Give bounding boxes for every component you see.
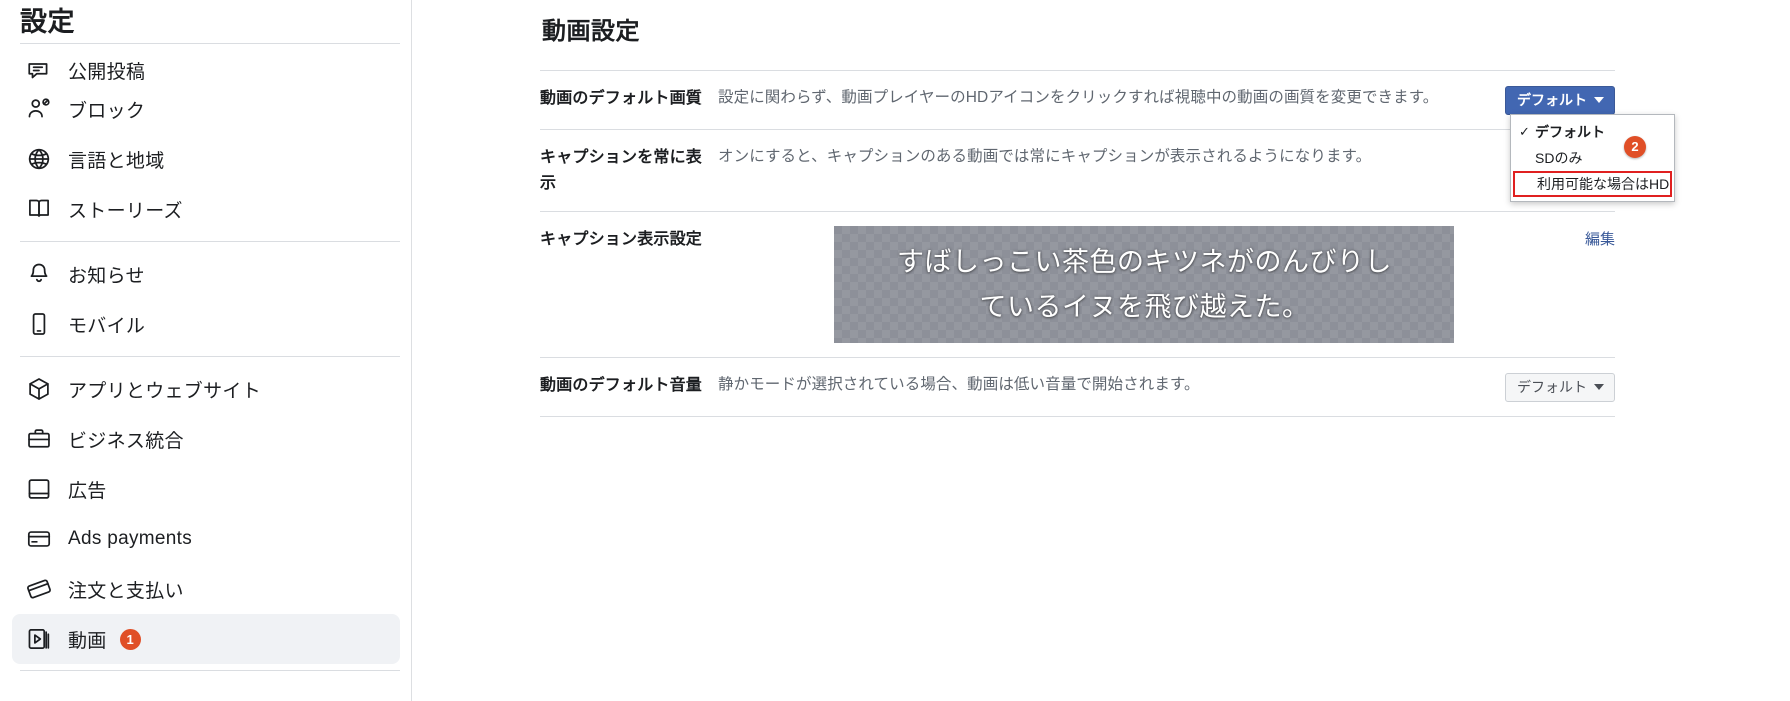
default-quality-button[interactable]: デフォルト xyxy=(1505,86,1615,115)
chevron-down-icon xyxy=(1594,97,1604,103)
sidebar-scroll-area[interactable]: 設定 公開投稿ブロック言語と地域ストーリーズ お知らせモバイルアプリとウェブサイト… xyxy=(0,0,411,671)
caption-preview-box: すばしっこい茶色のキツネがのんびりし ているイヌを飛び越えた。 xyxy=(834,226,1455,343)
row-always-show-captions: キャプションを常に表示 オンにすると、キャプションのある動画では常にキャプション… xyxy=(540,129,1615,211)
sidebar-item-label: 動画 xyxy=(68,630,107,652)
credit-card-icon xyxy=(24,524,54,554)
row-label-caption-display-settings: キャプション表示設定 xyxy=(540,231,703,248)
default-volume-button[interactable]: デフォルト xyxy=(1505,373,1615,402)
globe-icon xyxy=(24,144,54,174)
bottom-divider xyxy=(540,416,1615,417)
row-label-default-video-quality: 動画のデフォルト画質 xyxy=(540,90,703,107)
sidebar-item-apps-websites[interactable]: アプリとウェブサイト xyxy=(12,364,400,414)
row-caption-display-settings: キャプション表示設定 すばしっこい茶色のキツネがのんびりし ているイヌを飛び越え… xyxy=(540,211,1615,357)
chevron-down-icon xyxy=(1594,384,1604,390)
mobile-icon xyxy=(24,309,54,339)
caption-preview-line-2: ているイヌを飛び越えた。 xyxy=(979,291,1310,322)
row-description-default-video-volume: 静かモードが選択されている場合、動画は低い音量で開始されます。 xyxy=(718,376,1200,393)
settings-sidebar: 設定 公開投稿ブロック言語と地域ストーリーズ お知らせモバイルアプリとウェブサイト… xyxy=(0,0,412,701)
sidebar-item-ads-payments[interactable]: Ads payments xyxy=(12,514,400,564)
sidebar-item-label: ストーリーズ xyxy=(68,200,183,222)
row-description-always-show-captions: オンにすると、キャプションのある動画では常にキャプションが表示されるようになりま… xyxy=(718,148,1372,165)
settings-rows: 動画のデフォルト画質 設定に関わらず、動画プレイヤーのHDアイコンをクリックすれ… xyxy=(540,70,1675,417)
cube-icon xyxy=(24,374,54,404)
dropdown-option-hd-when-available[interactable]: 利用可能な場合はHD xyxy=(1513,171,1672,197)
sidebar-divider xyxy=(20,670,400,671)
video-icon xyxy=(24,624,54,654)
sidebar-item-ads[interactable]: 広告 xyxy=(12,464,400,514)
sidebar-item-mobile[interactable]: モバイル xyxy=(12,299,400,349)
row-description-default-video-quality: 設定に関わらず、動画プレイヤーのHDアイコンをクリックすれば視聴中の動画の画質を… xyxy=(718,89,1439,106)
sidebar-item-blocking[interactable]: ブロック xyxy=(12,84,400,134)
sidebar-item-language[interactable]: 言語と地域 xyxy=(12,134,400,184)
dropdown-option-label: デフォルト xyxy=(1535,124,1605,140)
payment-card-icon xyxy=(24,574,54,604)
sidebar-item-label: モバイル xyxy=(68,315,146,337)
sidebar-nav-list: 公開投稿ブロック言語と地域ストーリーズ お知らせモバイルアプリとウェブサイト ビジネ… xyxy=(10,44,402,671)
row-default-video-volume: 動画のデフォルト音量 静かモードが選択されている場合、動画は低い音量で開始されま… xyxy=(540,357,1615,416)
row-label-default-video-volume: 動画のデフォルト音量 xyxy=(540,377,703,394)
row-default-video-quality: 動画のデフォルト画質 設定に関わらず、動画プレイヤーのHDアイコンをクリックすれ… xyxy=(540,70,1675,202)
sidebar-divider xyxy=(20,241,400,242)
sidebar-item-label: ビジネス統合 xyxy=(68,430,184,452)
sidebar-item-notifications[interactable]: お知らせ xyxy=(12,249,400,299)
sidebar-item-orders-payments[interactable]: 注文と支払い xyxy=(12,564,400,614)
dropdown-option-sd-only[interactable]: SDのみ 2 xyxy=(1511,136,1674,171)
settings-main: 動画設定 動画のデフォルト画質 設定に関わらず、動画プレイヤーのHDアイコンをク… xyxy=(412,0,1790,701)
sidebar-item-stories[interactable]: ストーリーズ xyxy=(12,184,400,234)
caption-preview-line-1: すばしっこい茶色のキツネがのんびりし xyxy=(896,246,1392,277)
caption-edit-control: 編集 xyxy=(1585,226,1615,252)
sidebar-item-badge: 1 xyxy=(119,628,141,650)
sidebar-item-label: アプリとウェブサイト xyxy=(68,380,262,402)
quality-dropdown-menu[interactable]: ✓ デフォルト SDのみ 2 利用可能な場合はHD xyxy=(1510,114,1675,202)
default-volume-button-label: デフォルト xyxy=(1517,379,1587,395)
sidebar-item-label: Ads payments xyxy=(68,528,192,549)
sidebar-item-label: 言語と地域 xyxy=(68,150,165,172)
quality-control: デフォルト ✓ デフォルト SDのみ 2 利用可能な場合はHD xyxy=(1505,85,1675,202)
user-block-icon xyxy=(24,94,54,124)
briefcase-icon xyxy=(24,424,54,454)
check-icon: ✓ xyxy=(1519,124,1530,139)
default-quality-button-label: デフォルト xyxy=(1517,92,1587,108)
sidebar-item-label: 広告 xyxy=(68,480,107,502)
sidebar-title: 設定 xyxy=(20,7,75,37)
page-title: 動画設定 xyxy=(542,18,640,45)
sidebar-item-videos[interactable]: 動画 1 xyxy=(12,614,400,664)
step-badge: 2 xyxy=(1624,136,1646,158)
dropdown-option-label: SDのみ xyxy=(1535,150,1583,166)
monitor-icon xyxy=(24,474,54,504)
quality-dropdown-wrap: デフォルト ✓ デフォルト SDのみ 2 利用可能な場合はHD xyxy=(1505,86,1675,202)
caption-preview-area: すばしっこい茶色のキツネがのんびりし ているイヌを飛び越えた。 xyxy=(718,226,1585,343)
book-icon xyxy=(24,194,54,224)
comment-icon xyxy=(24,62,54,84)
sidebar-divider xyxy=(20,356,400,357)
sidebar-item-public-posts[interactable]: 公開投稿 xyxy=(12,44,400,84)
volume-control: デフォルト xyxy=(1505,372,1615,402)
dropdown-option-default[interactable]: ✓ デフォルト xyxy=(1511,119,1674,145)
sidebar-item-label: ブロック xyxy=(68,100,146,122)
sidebar-item-business-integrations[interactable]: ビジネス統合 xyxy=(12,414,400,464)
bell-icon xyxy=(24,259,54,289)
sidebar-item-label: 公開投稿 xyxy=(68,62,146,83)
row-label-always-show-captions: キャプションを常に表示 xyxy=(540,149,703,192)
edit-caption-link[interactable]: 編集 xyxy=(1585,227,1615,252)
dropdown-option-label: 利用可能な場合はHD xyxy=(1537,176,1670,192)
settings-page: 設定 公開投稿ブロック言語と地域ストーリーズ お知らせモバイルアプリとウェブサイト… xyxy=(0,0,1790,701)
sidebar-item-label: お知らせ xyxy=(68,265,145,287)
sidebar-item-label: 注文と支払い xyxy=(68,580,184,602)
